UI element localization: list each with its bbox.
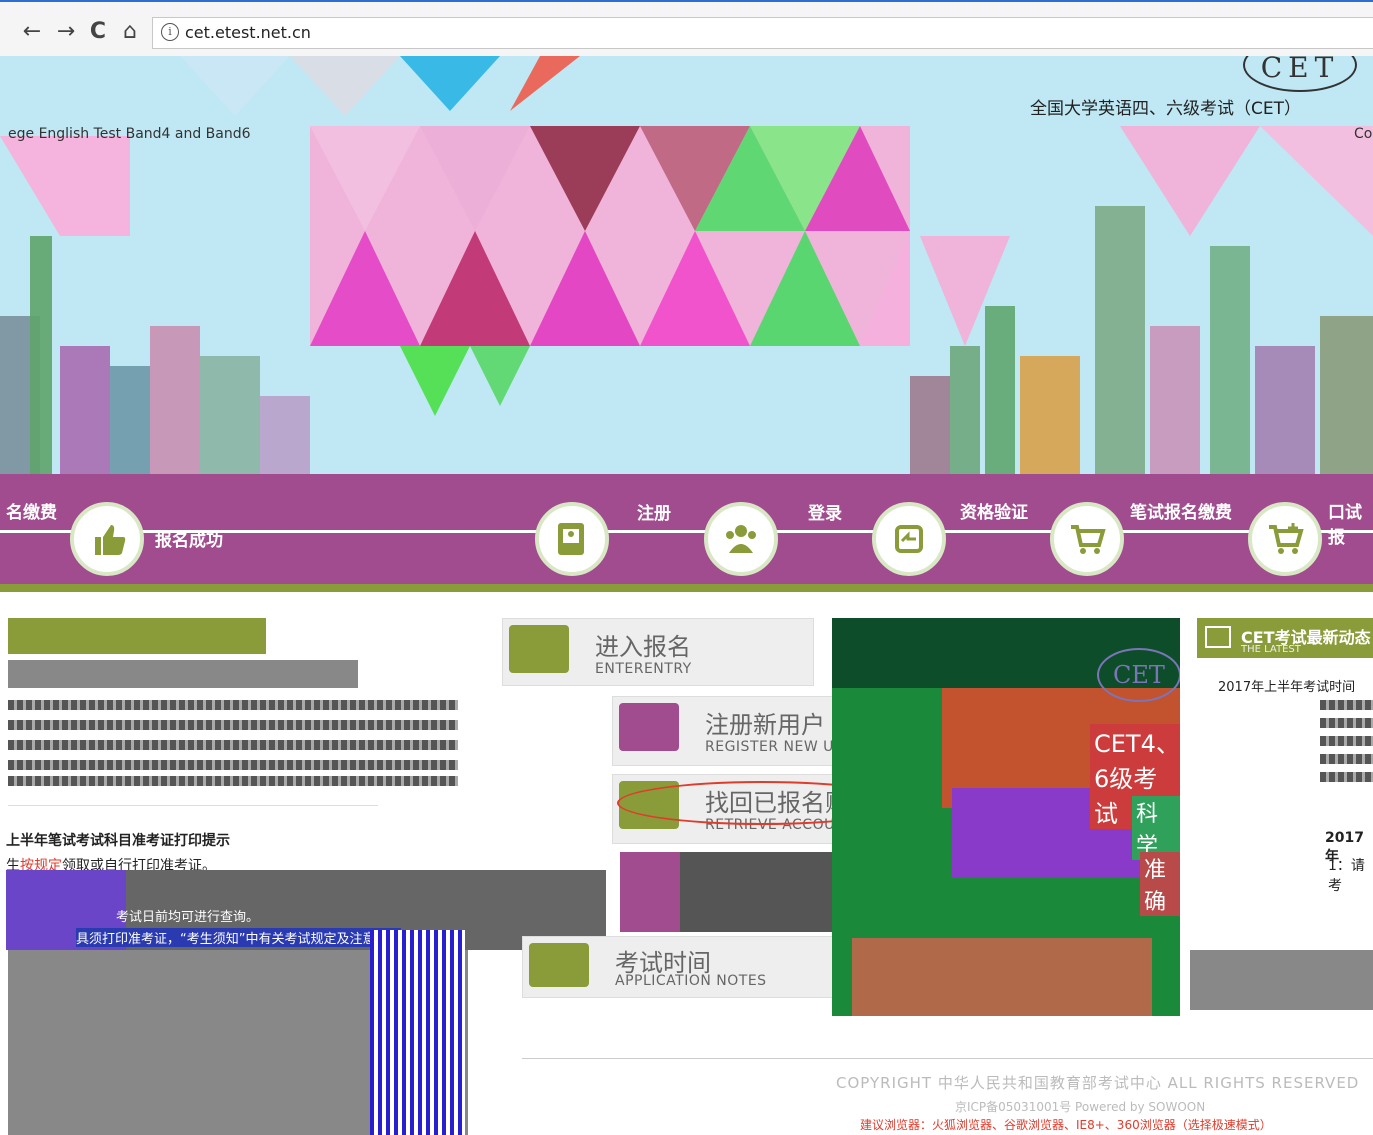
notice-line <box>8 720 458 730</box>
header-subtitle-right: Co <box>1354 126 1373 142</box>
notice-line <box>8 740 458 750</box>
form-icon[interactable] <box>535 502 609 576</box>
info-icon[interactable]: i <box>161 23 179 41</box>
notice-glitch-block: 考试日前均可进行查询。 具须打印准考证，“考生须知”中有关考试规定及注意事项 <box>6 870 606 950</box>
thumbs-up-icon <box>70 502 144 576</box>
cart-icon[interactable] <box>1050 502 1124 576</box>
verify-icon[interactable] <box>872 502 946 576</box>
banner-tag: 准确 <box>1140 852 1180 916</box>
registration-steps: 名缴费 报名成功 注册 登录 资格验证 笔试报名缴费 口试报 <box>0 474 1373 586</box>
news-header-bar: CET考试最新动态 THE LATEST <box>1197 618 1373 658</box>
news-line <box>1320 736 1373 746</box>
triangle-mosaic <box>310 126 910 416</box>
step-label-success: 报名成功 <box>155 531 223 551</box>
step-label-written-payment[interactable]: 笔试报名缴费 <box>1130 498 1232 523</box>
notice-strip <box>8 660 358 688</box>
notice-divider <box>8 805 378 806</box>
forward-icon[interactable]: → <box>52 18 80 46</box>
footer-icp: 京ICP备05031001号 Powered by SOWOON <box>955 1100 1206 1114</box>
url-text[interactable]: cet.etest.net.cn <box>185 23 311 42</box>
enter-registration-tile[interactable]: 进入报名 ENTERENTRY <box>502 618 814 686</box>
right-lower-block <box>1190 950 1373 1010</box>
enter-icon <box>509 625 569 673</box>
banner-cet-logo: CET <box>1097 648 1180 702</box>
banner-tag: 科学 <box>1132 796 1180 860</box>
browser-toolbar: ← → C ⌂ i cet.etest.net.cn <box>0 0 1373 56</box>
notice-line <box>8 776 458 786</box>
cet-promo-banner: CET CET4、6级考试 科学 客观 准确 公正 <box>832 618 1180 1016</box>
footer-divider <box>522 1058 1373 1059</box>
back-icon[interactable]: ← <box>18 18 46 46</box>
address-bar[interactable]: i cet.etest.net.cn <box>152 17 1373 49</box>
header-subtitle-left: ege English Test Band4 and Band6 <box>8 126 251 142</box>
step-label-verify[interactable]: 资格验证 <box>960 498 1028 523</box>
news-icon <box>1205 626 1231 648</box>
exam-time-tile[interactable]: 考试时间 APPLICATION NOTES <box>522 936 836 998</box>
footer-copyright: COPYRIGHT 中华人民共和国教育部考试中心 ALL RIGHTS RESE… <box>836 1074 1360 1092</box>
exam-time-sub: APPLICATION NOTES <box>615 973 767 989</box>
register-title: 注册新用户 <box>705 711 825 739</box>
header-banner: ege English Test Band4 and Band6 全国大学英语四… <box>0 56 1373 476</box>
header-art <box>0 56 1373 476</box>
cart-plus-icon[interactable] <box>1248 502 1322 576</box>
news-line <box>1320 718 1373 728</box>
add-user-icon <box>619 703 679 751</box>
step-label-register[interactable]: 注册 <box>637 499 671 524</box>
step-divider <box>0 584 1373 592</box>
step-label-login[interactable]: 登录 <box>808 499 842 524</box>
news-line <box>1320 772 1373 782</box>
news-note: 1：请考 <box>1328 858 1365 894</box>
news-sub: THE LATEST <box>1241 644 1301 655</box>
users-icon[interactable] <box>704 502 778 576</box>
enter-sub: ENTERENTRY <box>595 661 692 677</box>
glitch-stripes <box>370 930 465 1135</box>
step-label-oral[interactable]: 口试报 <box>1328 498 1373 548</box>
notice-line2: 考试日前均可进行查询。 <box>116 910 260 925</box>
news-item[interactable]: 2017年上半年考试时间 <box>1218 676 1355 695</box>
notice-header-bar <box>8 618 266 654</box>
notice-line <box>8 760 458 770</box>
reload-icon[interactable]: C <box>84 18 112 46</box>
notice-line3: 具须打印准考证，“考生须知”中有关考试规定及注意事项 <box>76 928 402 947</box>
news-line <box>1320 700 1373 710</box>
header-title: 全国大学英语四、六级考试（CET） <box>1030 99 1301 119</box>
news-line <box>1320 754 1373 764</box>
footer-browser-links[interactable]: 建议浏览器：火狐浏览器、谷歌浏览器、IE8+、360浏览器（选择极速模式） <box>860 1116 1272 1133</box>
home-icon[interactable]: ⌂ <box>116 18 144 46</box>
notice-line <box>8 700 458 710</box>
step-label-payment: 名缴费 <box>6 503 57 523</box>
enter-title: 进入报名 <box>595 633 691 661</box>
clock-icon <box>529 943 589 987</box>
notice-title[interactable]: 上半年笔试考试科目准考证打印提示 <box>6 830 230 850</box>
